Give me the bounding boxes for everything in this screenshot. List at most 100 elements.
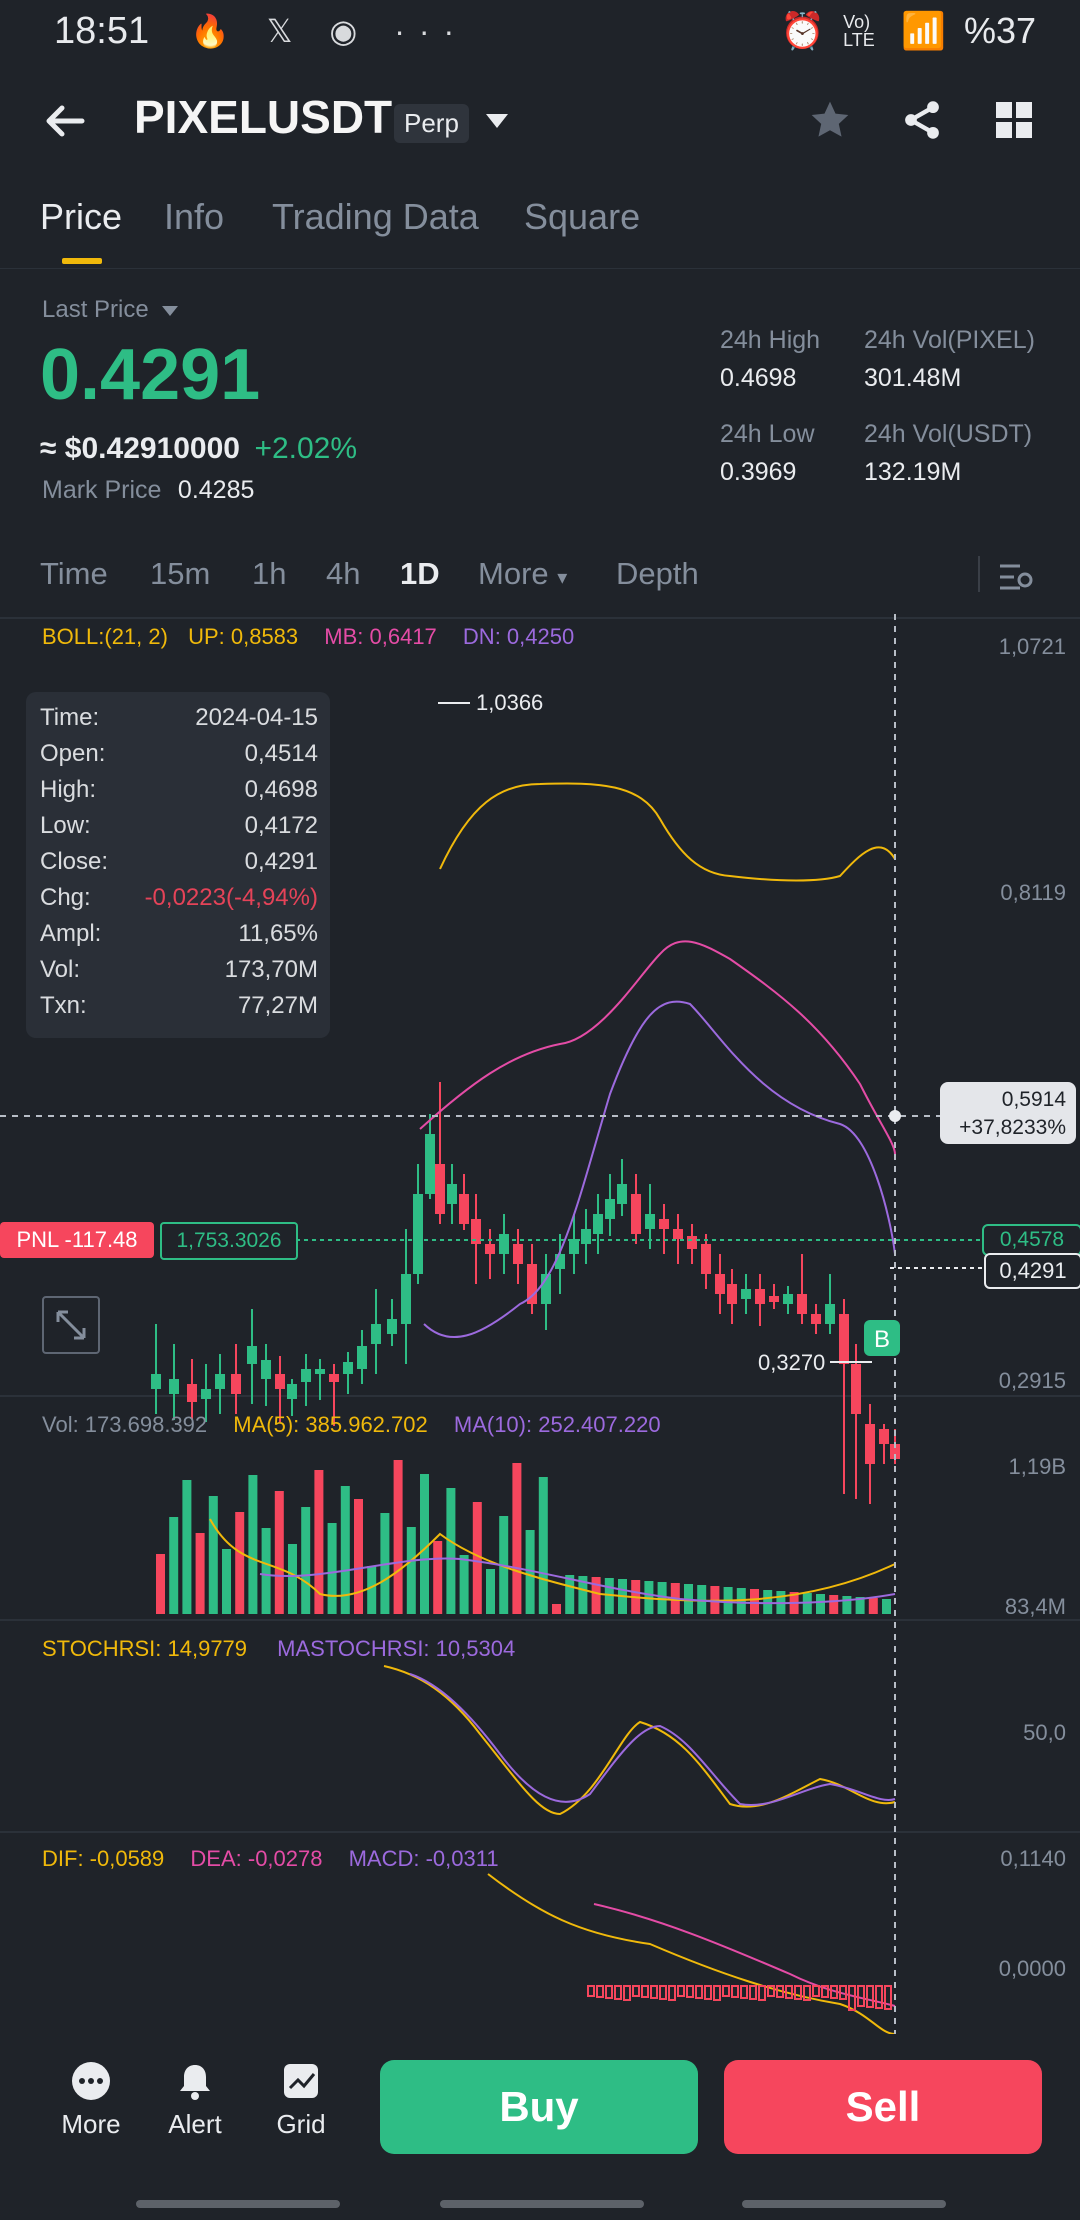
tf-more-label: More — [478, 556, 549, 591]
crosshair-pct: +37,8233% — [959, 1116, 1066, 1139]
tab-square[interactable]: Square — [524, 196, 640, 238]
macd-histogram-bar — [857, 1985, 865, 2007]
candle-body — [425, 1134, 435, 1194]
boll-indicator-row: BOLL:(21, 2) UP: 0,8583 MB: 0,6417 DN: 0… — [42, 624, 574, 650]
ohlc-key: Time: — [40, 704, 100, 731]
volume-bar — [552, 1604, 561, 1614]
current-price-tag: 0,4291 — [984, 1253, 1080, 1289]
ohlc-val: -0,0223(-4,94%) — [144, 884, 318, 911]
buy-marker-label: B — [874, 1326, 890, 1353]
candle-body — [261, 1360, 271, 1379]
ohlc-val: 173,70M — [224, 956, 318, 983]
volume-bar — [208, 1496, 218, 1614]
tab-price[interactable]: Price — [40, 196, 122, 238]
last-price-section: Last Price — [42, 296, 179, 324]
more-button[interactable]: More — [46, 2060, 136, 2140]
volume-indicator-row: Vol: 173.698.392 MA(5): 385.962.702 MA(1… — [42, 1412, 661, 1438]
high-label: 24h High — [720, 326, 821, 354]
volume-bar — [538, 1477, 548, 1614]
ohlc-key: Low: — [40, 812, 91, 839]
candle-body — [275, 1374, 285, 1389]
vol-base-value: 301.48M — [864, 364, 962, 392]
symbol-title[interactable]: PIXELUSDT — [134, 90, 392, 144]
ohlc-val: 0,4698 — [244, 776, 318, 803]
boll-up: UP: 0,8583 — [188, 624, 299, 649]
chart-settings-icon[interactable] — [998, 560, 1034, 594]
candles-layer — [151, 1082, 900, 1504]
favorite-star-icon[interactable] — [808, 98, 852, 142]
volume-bar — [156, 1554, 165, 1614]
macd-histogram-bar — [641, 1985, 649, 1998]
macd-histogram-bar — [875, 1985, 883, 2009]
boll-middle — [419, 940, 896, 1155]
buy-button[interactable]: Buy — [380, 2060, 698, 2154]
layout-grid-icon[interactable] — [994, 100, 1034, 140]
candle-body — [631, 1194, 641, 1234]
volume-bars-layer — [156, 1460, 896, 1614]
candle-body — [825, 1304, 835, 1324]
candle-body — [701, 1244, 711, 1274]
tf-time[interactable]: Time — [40, 556, 108, 592]
sell-button[interactable]: Sell — [724, 2060, 1042, 2154]
ohlc-key: Ampl: — [40, 920, 102, 947]
tab-trading-data[interactable]: Trading Data — [272, 196, 479, 238]
macd-histogram-bar — [677, 1985, 685, 1997]
status-bar: 18:51 🔥 𝕏 ◉ ··· ⏰ Vo) LTE 📶 %37 — [0, 0, 1080, 66]
candle-body — [401, 1274, 411, 1324]
tf-1h[interactable]: 1h — [252, 556, 286, 592]
candle-body — [459, 1194, 469, 1224]
share-icon[interactable] — [900, 98, 944, 142]
candle-body — [329, 1374, 339, 1382]
last-price-dropdown-icon[interactable] — [161, 305, 179, 317]
ohlc-row: Open: 0,4514 — [40, 740, 318, 768]
candle-body — [387, 1319, 397, 1334]
candle-body — [301, 1369, 311, 1382]
tf-more[interactable]: More ▾ — [478, 556, 567, 592]
ohlc-val: 0,4172 — [244, 812, 318, 839]
more-dots-icon — [72, 2062, 110, 2100]
macd-histogram-bar — [632, 1985, 640, 1997]
candle-body — [231, 1374, 241, 1394]
pnl-badge[interactable]: PNL -117.48 — [0, 1222, 154, 1258]
usd-equivalent: ≈ $0.42910000 — [40, 432, 240, 465]
candle-body — [569, 1239, 579, 1254]
back-arrow-icon[interactable] — [40, 96, 90, 146]
ohlc-val: 0,4291 — [244, 848, 318, 875]
vol-axis-bottom: 83,4M — [1004, 1594, 1066, 1619]
tf-1d[interactable]: 1D — [400, 556, 440, 592]
candle-body — [741, 1289, 751, 1299]
candle-body — [645, 1214, 655, 1229]
last-price-label: Last Price — [42, 296, 149, 323]
tf-15m[interactable]: 15m — [150, 556, 210, 592]
macd-histogram-bar — [794, 1985, 802, 2000]
alert-button[interactable]: Alert — [150, 2060, 240, 2140]
tf-depth[interactable]: Depth — [616, 556, 699, 592]
candle-body — [839, 1314, 849, 1364]
price-axis-top: 1,0721 — [998, 634, 1066, 659]
fullscreen-expand-icon[interactable] — [42, 1296, 100, 1354]
symbol-header: PIXELUSDT Perp — [0, 82, 1080, 162]
macd-histogram-bar — [866, 1985, 874, 2008]
macd-histogram-bar — [740, 1985, 748, 1999]
macd-histogram-bar — [695, 1985, 703, 1999]
high-value: 0.4698 — [720, 364, 797, 392]
crosshair-price: 0,5914 — [1001, 1088, 1066, 1111]
vol-base-label: 24h Vol(PIXEL) — [864, 326, 1035, 354]
vol-ma10: MA(10): 252.407.220 — [453, 1412, 661, 1437]
candle-body — [413, 1194, 423, 1274]
candle-body — [715, 1274, 725, 1294]
volume-bar — [288, 1544, 297, 1614]
macd-dif: DIF: -0,0589 — [42, 1846, 165, 1871]
macd-dif-line — [487, 1873, 896, 2034]
volume-bar — [829, 1595, 839, 1614]
active-tab-indicator — [62, 258, 102, 264]
candle-body — [215, 1374, 225, 1389]
grid-button[interactable]: Grid — [256, 2060, 346, 2140]
tf-4h[interactable]: 4h — [326, 556, 360, 592]
position-qty-tag: 1,753.3026 — [160, 1222, 298, 1260]
candle-body — [485, 1244, 495, 1254]
symbol-dropdown-icon[interactable] — [484, 112, 510, 130]
macd-histogram-bar — [713, 1985, 721, 2001]
tab-info[interactable]: Info — [164, 196, 224, 238]
grid-label: Grid — [276, 2109, 326, 2139]
